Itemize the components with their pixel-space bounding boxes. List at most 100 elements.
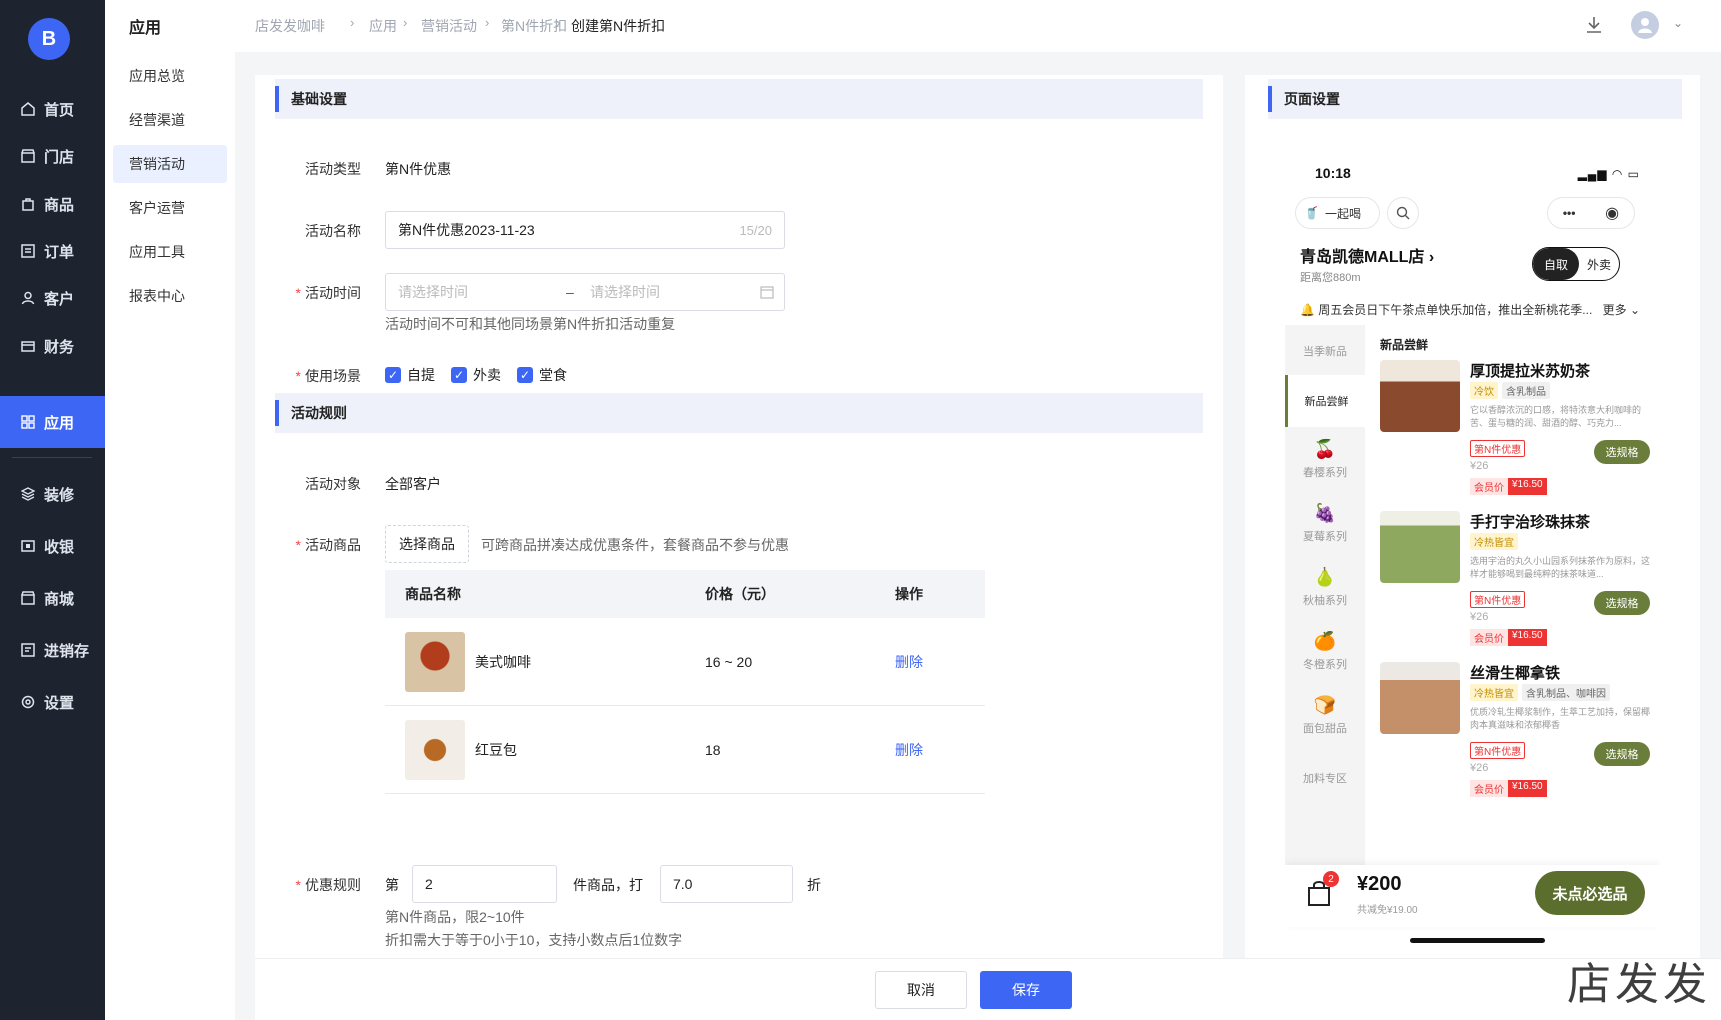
member-price: 会员价 ¥16.50 bbox=[1470, 629, 1547, 646]
product-card[interactable]: 手打宇治珍珠抹茶 冷热皆宜 选用宇治的丸久小山园系列抹茶作为原料，这样才能够喝到… bbox=[1380, 511, 1655, 661]
category-item[interactable]: 🍐 秋柚系列 bbox=[1285, 567, 1365, 608]
breadcrumb-marketing[interactable]: 营销活动 bbox=[421, 16, 477, 36]
status-time: 10:18 bbox=[1315, 165, 1351, 181]
product-name: 厚顶提拉米苏奶茶 bbox=[1470, 363, 1591, 380]
brand-logo[interactable]: B bbox=[28, 18, 70, 60]
product-price: 16 ~ 20 bbox=[705, 653, 753, 670]
breadcrumb-shop[interactable]: 店发发咖啡 bbox=[255, 16, 325, 36]
nav-item-mall[interactable]: 商城 bbox=[0, 572, 105, 624]
nav-item-apps[interactable]: 应用 bbox=[0, 396, 105, 448]
nav-item-store[interactable]: 门店 bbox=[0, 130, 105, 182]
time-hint: 活动时间不可和其他同场景第N件折扣活动重复 bbox=[385, 316, 676, 332]
nav-item-goods[interactable]: 商品 bbox=[0, 178, 105, 230]
scene-delivery-checkbox[interactable]: ✓ 外卖 bbox=[451, 365, 501, 385]
notice-more[interactable]: 更多 ⌄ bbox=[1603, 301, 1640, 318]
nav-item-decoration[interactable]: 装修 bbox=[0, 468, 105, 520]
delete-link[interactable]: 删除 bbox=[895, 654, 923, 670]
store-icon bbox=[20, 148, 36, 164]
start-time-placeholder: 请选择时间 bbox=[398, 284, 468, 300]
category-item[interactable]: 当季新品 bbox=[1285, 343, 1365, 359]
must-select-button[interactable]: 未点必选品 bbox=[1535, 871, 1645, 915]
category-item[interactable]: 加料专区 bbox=[1285, 770, 1365, 786]
nav-item-settings[interactable]: 设置 bbox=[0, 676, 105, 728]
select-spec-button[interactable]: 选规格 bbox=[1594, 742, 1650, 766]
save-button[interactable]: 保存 bbox=[980, 971, 1072, 1009]
toggle-pickup[interactable]: 自取 bbox=[1533, 248, 1579, 280]
product-price: ¥26 bbox=[1470, 460, 1489, 472]
subnav-item-marketing[interactable]: 营销活动 bbox=[113, 145, 227, 183]
avatar[interactable] bbox=[1631, 11, 1659, 39]
nav-item-cashier[interactable]: 收银 bbox=[0, 520, 105, 572]
subnav-item-customer-ops[interactable]: 客户运营 bbox=[113, 189, 227, 227]
product-card[interactable]: 厚顶提拉米苏奶茶 冷饮 含乳制品 它以香醇浓沉的口感，将特浓意大利咖啡的苦、蛋与糖… bbox=[1380, 360, 1655, 510]
more-dots-icon: ••• bbox=[1562, 206, 1576, 220]
rule-label: * 优惠规则 bbox=[295, 877, 361, 893]
cancel-button[interactable]: 取消 bbox=[875, 971, 967, 1009]
record-icon: ◉ bbox=[1605, 205, 1620, 222]
category-item[interactable]: 🍒 春樱系列 bbox=[1285, 439, 1365, 480]
select-goods-button[interactable]: 选择商品 bbox=[385, 525, 469, 563]
discount-input[interactable]: 7.0 bbox=[660, 865, 793, 903]
user-icon bbox=[20, 290, 36, 306]
product-desc: 它以香醇浓沉的口感，将特浓意大利咖啡的苦、蛋与糖的润、甜酒的醇、巧克力... bbox=[1470, 405, 1642, 428]
nav-label: 财务 bbox=[44, 338, 75, 356]
product-thumbnail bbox=[405, 631, 465, 692]
signal-battery-icon: ▂▄▆ ◠ ▭ bbox=[1577, 167, 1640, 181]
toggle-delivery[interactable]: 外卖 bbox=[1579, 248, 1619, 280]
category-item[interactable]: 🍞 面包甜品 bbox=[1285, 695, 1365, 736]
store-name[interactable]: 青岛凯德MALL店 › bbox=[1300, 243, 1434, 267]
nav-item-orders[interactable]: 订单 bbox=[0, 225, 105, 277]
nav-item-inventory[interactable]: 进销存 bbox=[0, 624, 105, 676]
breadcrumb-apps[interactable]: 应用 bbox=[369, 16, 397, 36]
subnav-item-reports[interactable]: 报表中心 bbox=[113, 277, 227, 315]
col-header-op: 操作 bbox=[895, 586, 923, 602]
nav-item-finance[interactable]: 财务 bbox=[0, 320, 105, 372]
scene-pickup-checkbox[interactable]: ✓ 自提 bbox=[385, 365, 435, 385]
product-tags: 冷热皆宜 含乳制品、咖啡因 bbox=[1470, 684, 1614, 701]
order-mode-toggle[interactable]: 自取 外卖 bbox=[1532, 247, 1620, 281]
rule-hint-discount: 折扣需大于等于0小于10，支持小数点后1位数字 bbox=[385, 932, 683, 948]
category-item[interactable]: 🍇 夏莓系列 bbox=[1285, 503, 1365, 544]
category-item[interactable]: 🍊 冬橙系列 bbox=[1285, 631, 1365, 672]
search-icon[interactable] bbox=[1387, 197, 1419, 229]
discount-badge: 第N件优惠 bbox=[1470, 591, 1526, 608]
together-pill[interactable]: 🥤 一起喝 bbox=[1295, 197, 1380, 229]
bell-icon: 🔔 bbox=[1300, 303, 1315, 317]
home-icon bbox=[20, 101, 36, 117]
breadcrumb-separator: › bbox=[350, 15, 355, 30]
range-separator: – bbox=[566, 284, 574, 300]
select-spec-button[interactable]: 选规格 bbox=[1594, 591, 1650, 615]
activity-name-input[interactable]: 第N件优惠2023-11-23 15/20 bbox=[385, 211, 785, 249]
product-card[interactable]: 丝滑生椰拿铁 冷热皆宜 含乳制品、咖啡因 优质冷轧生椰浆制作，生萃工艺加持，保留椰… bbox=[1380, 662, 1655, 812]
subnav-item-tools[interactable]: 应用工具 bbox=[113, 233, 227, 271]
scene-checkbox-group: ✓ 自提 ✓ 外卖 ✓ 堂食 bbox=[385, 365, 583, 385]
time-label: * 活动时间 bbox=[295, 285, 361, 301]
subnav-item-channels[interactable]: 经营渠道 bbox=[113, 101, 227, 139]
product-price: ¥26 bbox=[1470, 611, 1489, 623]
nav-label: 门店 bbox=[44, 148, 75, 166]
nav-divider bbox=[12, 457, 92, 458]
orange-icon: 🍊 bbox=[1313, 631, 1337, 651]
chevron-down-icon[interactable]: ⌄ bbox=[1673, 16, 1683, 30]
type-value: 第N件优惠 bbox=[385, 161, 452, 177]
nav-label: 商品 bbox=[44, 196, 75, 214]
cart-badge: 2 bbox=[1323, 871, 1339, 887]
download-icon[interactable] bbox=[1583, 14, 1605, 36]
chevron-right-icon: › bbox=[1428, 249, 1435, 266]
capsule-menu[interactable]: ••• ◉ bbox=[1547, 197, 1635, 229]
rule-middle-text: 件商品，打 bbox=[573, 877, 643, 893]
nav-item-customers[interactable]: 客户 bbox=[0, 272, 105, 324]
delete-link[interactable]: 删除 bbox=[895, 742, 923, 758]
grape-icon: 🍇 bbox=[1313, 503, 1337, 523]
nth-item-input[interactable]: 2 bbox=[412, 865, 557, 903]
activity-time-range-picker[interactable]: 请选择时间 – 请选择时间 bbox=[385, 273, 785, 311]
nav-item-home[interactable]: 首页 bbox=[0, 83, 105, 135]
breadcrumb-separator: › bbox=[556, 15, 561, 30]
select-spec-button[interactable]: 选规格 bbox=[1594, 440, 1650, 464]
watermark: 店发发 bbox=[1567, 959, 1711, 1010]
category-item-active[interactable]: 新品尝鲜 bbox=[1285, 375, 1365, 427]
category-list: 当季新品 新品尝鲜 🍒 春樱系列 🍇 夏莓系列 🍐 秋柚系列 🍊 冬橙系列 🍞 面包甜品 … bbox=[1285, 325, 1365, 885]
cup-icon: 🥤 bbox=[1304, 206, 1319, 220]
scene-dinein-checkbox[interactable]: ✓ 堂食 bbox=[517, 365, 567, 385]
subnav-item-overview[interactable]: 应用总览 bbox=[113, 57, 227, 95]
